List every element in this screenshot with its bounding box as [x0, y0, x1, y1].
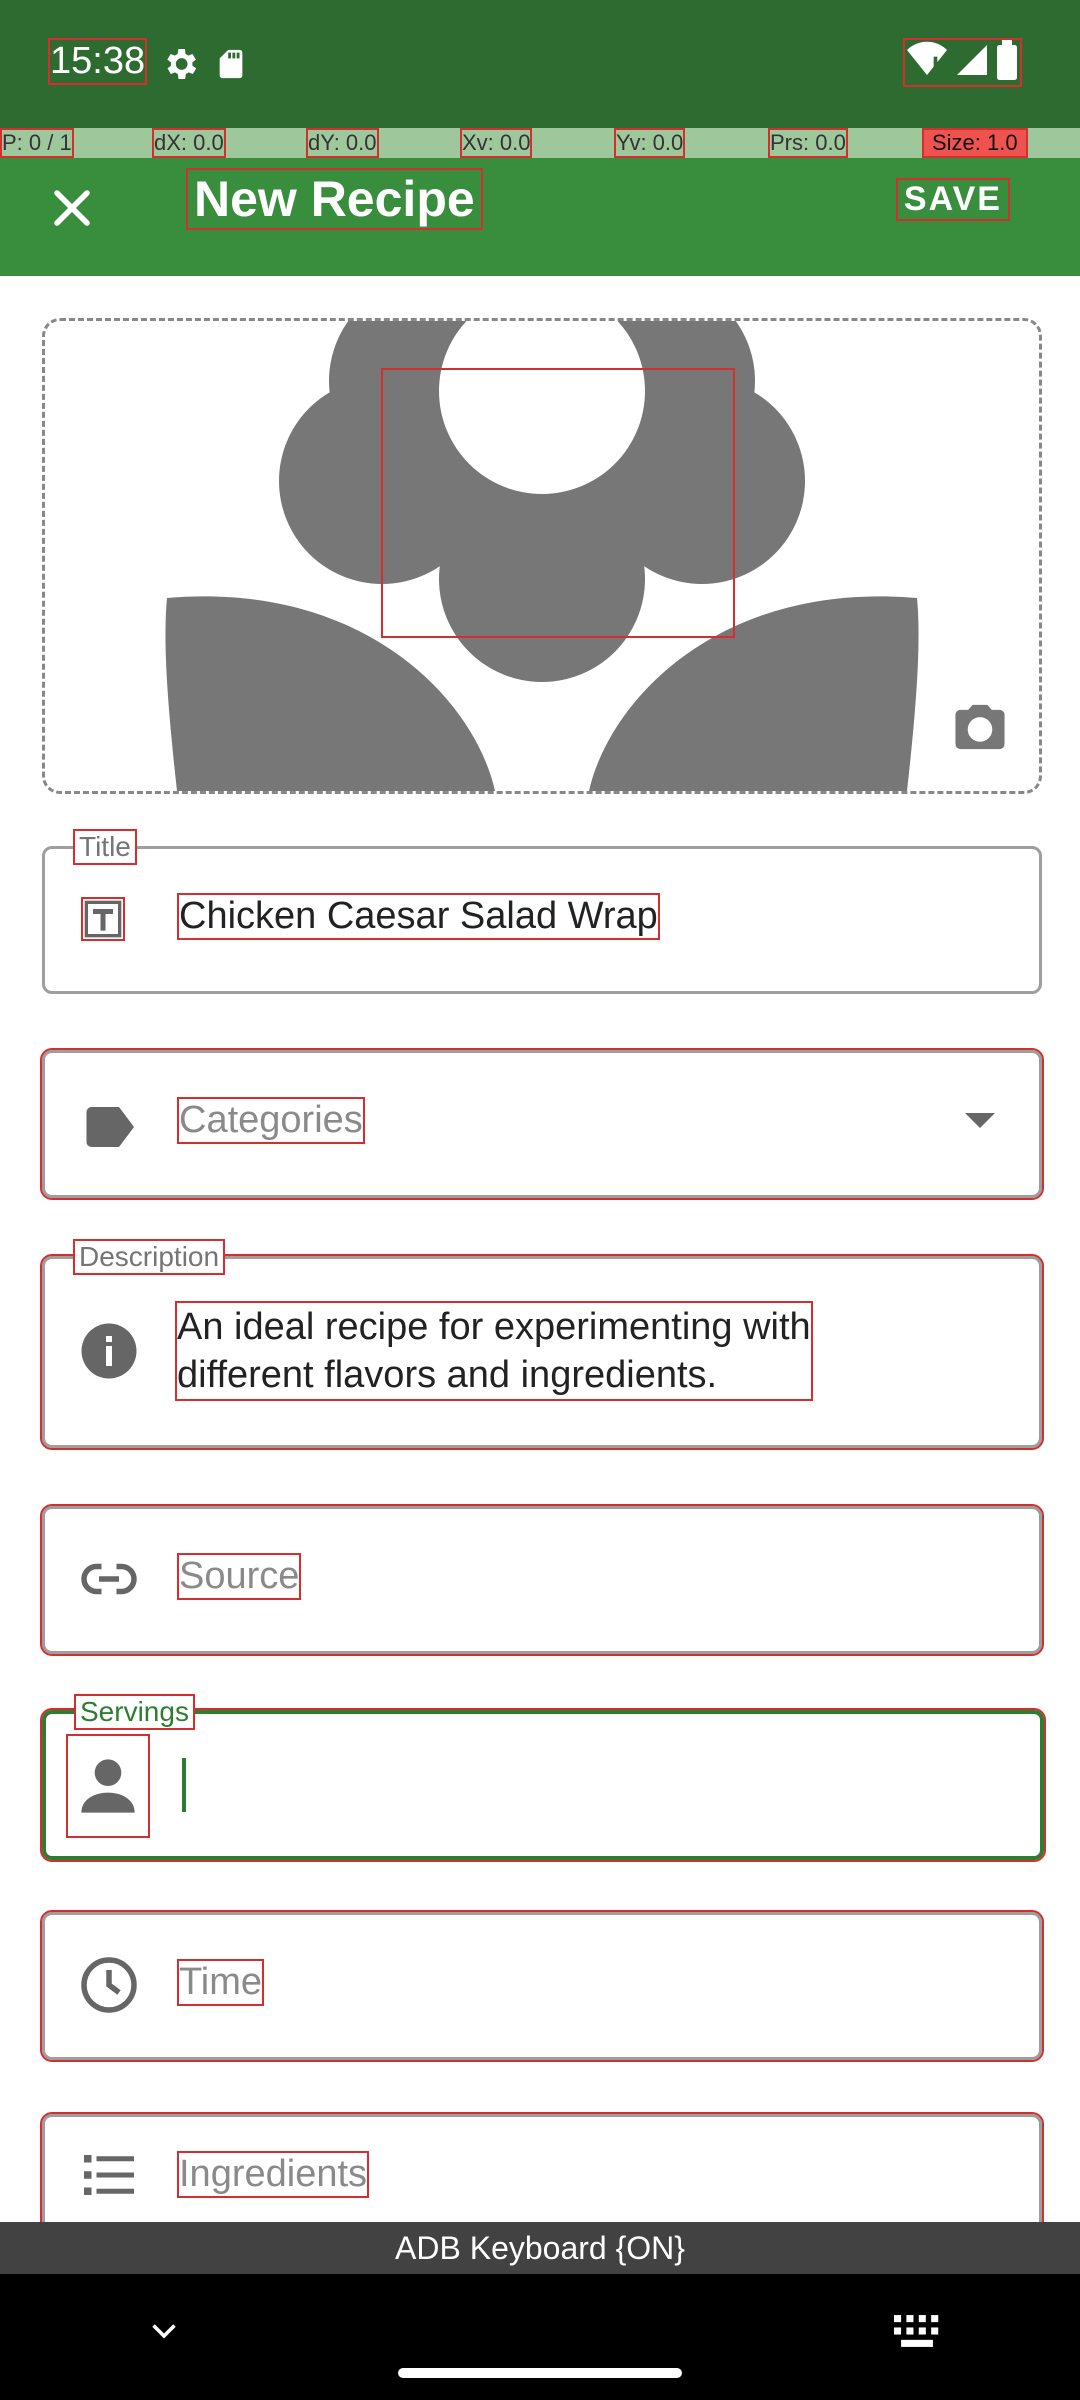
- title-label: Title: [73, 829, 137, 865]
- time-field[interactable]: Time: [40, 1910, 1044, 2062]
- servings-label: Servings: [74, 1694, 195, 1730]
- source-field[interactable]: Source: [40, 1504, 1044, 1656]
- source-placeholder: Source: [176, 1553, 302, 1600]
- text-cursor: [182, 1758, 186, 1812]
- overlay-pressure: Prs: 0.0: [768, 128, 848, 158]
- chevron-down-icon[interactable]: [146, 2312, 182, 2348]
- wifi-alert-icon: [907, 41, 948, 75]
- sd-card-icon: [220, 49, 243, 79]
- chevron-down-icon: [965, 1113, 995, 1128]
- status-icons-left: [160, 44, 248, 89]
- overlay-size: Size: 1.0: [922, 128, 1028, 158]
- description-field[interactable]: Description An ideal recipe for experime…: [40, 1239, 1044, 1450]
- app-bar: New Recipe SAVE: [0, 158, 1080, 276]
- description-line-1: An ideal recipe for experimenting with: [177, 1306, 811, 1348]
- home-gesture-pill[interactable]: [398, 2368, 682, 2378]
- overlay-pointer-count: P: 0 / 1: [0, 128, 74, 158]
- page-title: New Recipe: [186, 168, 483, 230]
- categories-dropdown[interactable]: Categories: [40, 1048, 1044, 1200]
- recipe-image-placeholder[interactable]: [42, 318, 1042, 794]
- servings-field[interactable]: Servings: [40, 1694, 1046, 1862]
- battery-icon: [997, 40, 1017, 80]
- label-tag-icon: [86, 1107, 134, 1147]
- info-icon: [81, 1323, 137, 1379]
- title-input[interactable]: Chicken Caesar Salad Wrap: [177, 893, 660, 940]
- title-field[interactable]: Title Chicken Caesar Salad Wrap: [42, 829, 1042, 994]
- time-placeholder: Time: [176, 1959, 265, 2006]
- camera-icon: [955, 704, 1005, 750]
- save-button[interactable]: SAVE: [895, 178, 1011, 221]
- status-icons-right: [903, 38, 1022, 87]
- status-time: 15:38: [47, 38, 148, 85]
- settings-icon: [167, 49, 197, 79]
- navigation-bar: [0, 2274, 1080, 2400]
- signal-icon: [956, 45, 987, 75]
- pointer-location-overlay: P: 0 / 1 dX: 0.0 dY: 0.0 Xv: 0.0 Yv: 0.0…: [0, 128, 1080, 158]
- link-icon: [81, 1563, 137, 1595]
- overlay-yv: Yv: 0.0: [613, 128, 686, 158]
- clock-icon: [81, 1957, 137, 2013]
- overlay-xv: Xv: 0.0: [459, 128, 533, 158]
- keyboard-icon[interactable]: [894, 2314, 940, 2348]
- overlay-dy: dY: 0.0: [306, 128, 379, 158]
- description-line-2: different flavors and ingredients.: [177, 1354, 718, 1396]
- close-button[interactable]: [42, 178, 102, 238]
- flower-image-icon: [165, 321, 919, 791]
- description-input[interactable]: An ideal recipe for experimenting with d…: [175, 1301, 813, 1401]
- camera-button[interactable]: [950, 700, 1010, 754]
- status-bar: 15:38: [0, 0, 1080, 128]
- close-icon: [54, 190, 90, 226]
- adb-keyboard-bar: ADB Keyboard {ON}: [0, 2222, 1080, 2274]
- ingredients-placeholder: Ingredients: [176, 2151, 370, 2198]
- description-label: Description: [72, 1239, 226, 1275]
- person-icon: [66, 1734, 150, 1838]
- overlay-dx: dX: 0.0: [152, 128, 226, 158]
- categories-placeholder: Categories: [177, 1097, 365, 1144]
- text-format-icon: [81, 897, 125, 941]
- list-icon: [84, 2155, 134, 2195]
